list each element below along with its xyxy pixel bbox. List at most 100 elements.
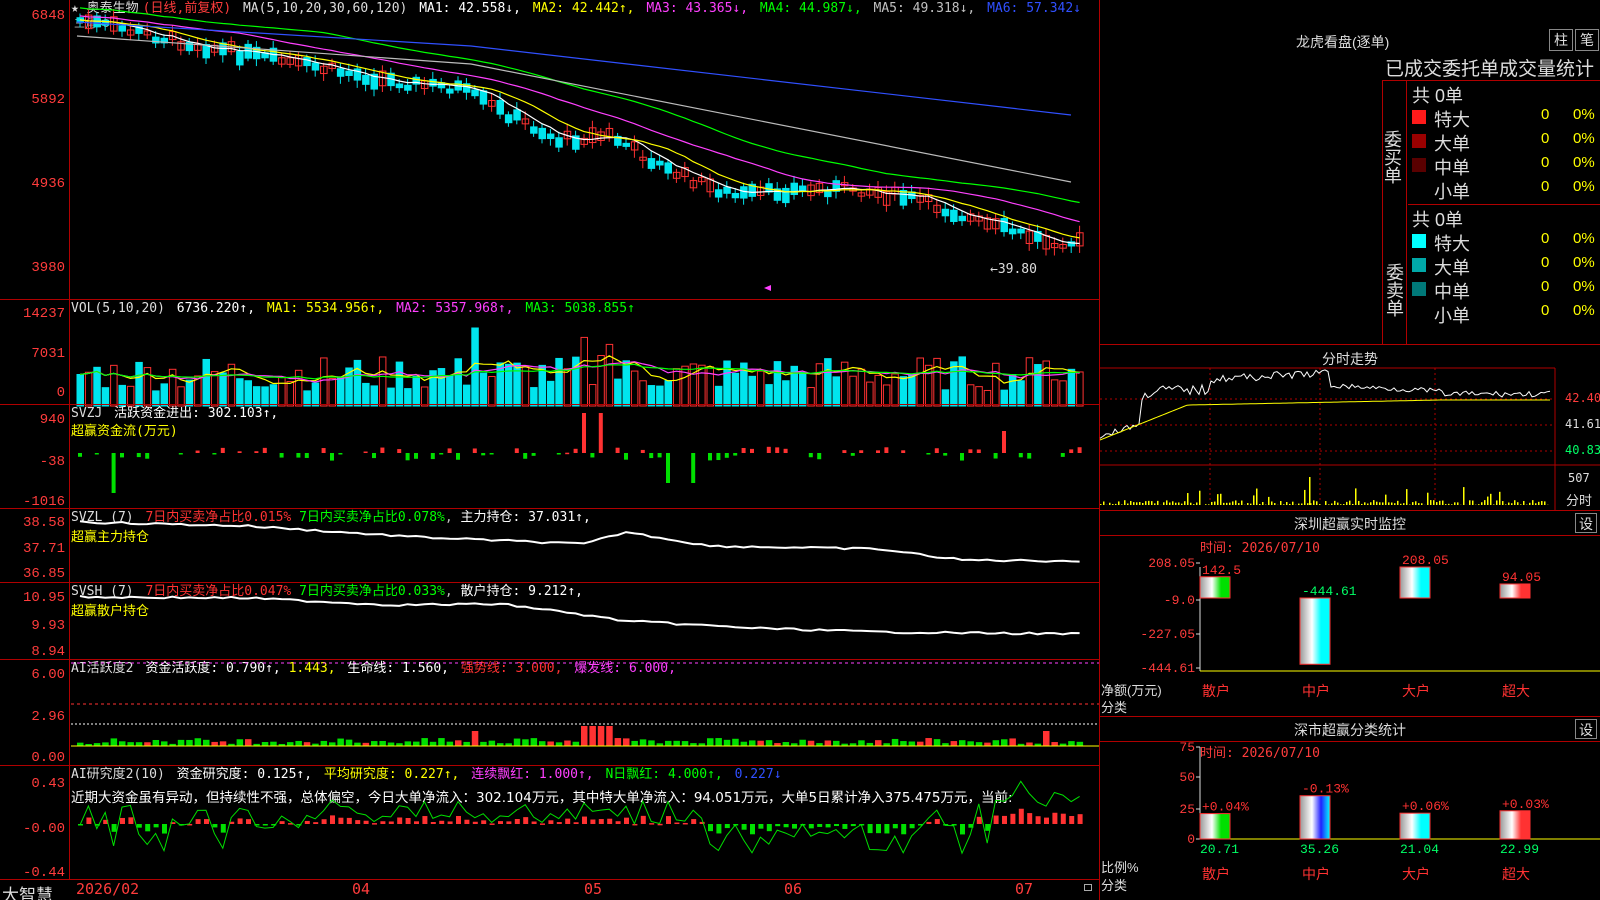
intraday-volume-bar: [1349, 500, 1351, 505]
candle-body: [446, 88, 454, 94]
flow-bar: [657, 453, 662, 458]
ma6-line: [76, 21, 1072, 116]
volume-bar: [731, 372, 740, 407]
svzl-axis: 38.58 37.71 36.85: [0, 509, 70, 583]
ss-bar-chart[interactable]: 75 50 25 0 +0.04% 20.71 散户 -0.13% 35.26 中户 +0.06% 2…: [1100, 717, 1600, 900]
intraday-volume-bar: [1118, 501, 1120, 505]
intraday-volume-bar: [1415, 501, 1417, 505]
svsh-pane[interactable]: 10.95 9.93 8.94 SVSH (7) 7日内买卖净占比0.047% …: [0, 582, 1099, 660]
buy-row-percent: 0%: [1573, 106, 1595, 123]
research-bar: [456, 815, 461, 824]
research-bar: [1027, 813, 1033, 824]
svzj-axis: 940 -38 -1016: [0, 405, 70, 509]
flow-bar: [590, 453, 595, 458]
research-bar: [573, 822, 579, 824]
sz-monitor-panel[interactable]: 深圳超赢实时监控 设 时间: 2026/07/10 208.05 -9.0 -227…: [1099, 510, 1600, 716]
intraday-volume-bar: [1211, 501, 1213, 505]
y-tick-label: -227.05: [1140, 627, 1195, 642]
intraday-volume-bar: [1229, 502, 1231, 505]
tab-bar-mode[interactable]: 柱: [1549, 29, 1573, 51]
research-bar: [976, 816, 982, 824]
ai-research-chart[interactable]: [71, 766, 1099, 881]
research-bar: [842, 824, 848, 829]
intraday-volume-bar: [1445, 504, 1447, 505]
flow-bar: [372, 453, 376, 459]
research-bar: [548, 820, 554, 824]
intraday-volume-bar: [1178, 502, 1180, 505]
price-pane[interactable]: 6848 5892 4936 3980 ★ 奥泰生物 (日线,前复权) MA(5,…: [0, 0, 1099, 300]
ai-activity-chart[interactable]: [71, 660, 1099, 767]
svzj-bars[interactable]: [71, 405, 1099, 510]
activity-bar: [631, 740, 638, 746]
candle-body: [471, 89, 479, 97]
intraday-volume-bar: [1217, 494, 1219, 505]
flow-bar: [817, 453, 822, 460]
intraday-volume-bar: [1451, 504, 1453, 505]
intraday-volume-bar: [1256, 488, 1258, 505]
activity-bar: [261, 742, 269, 746]
y-tick-label: 25: [1179, 802, 1195, 817]
research-bar: [691, 819, 697, 824]
intraday-volume-bar: [1220, 493, 1222, 505]
activity-bar: [119, 741, 126, 746]
flow-bar: [598, 413, 603, 453]
flow-bar: [338, 453, 343, 455]
research-bar: [447, 821, 453, 824]
svzl-line[interactable]: [71, 509, 1099, 584]
buy-side-label: 委买单: [1382, 81, 1407, 205]
candle-body: [303, 57, 311, 67]
volume-chart[interactable]: [71, 300, 1099, 407]
svzl-y-label: 37.71: [22, 541, 65, 557]
volume-bar: [899, 376, 908, 407]
svzl-y-label: 36.85: [22, 566, 65, 582]
brand-logo[interactable]: 大智慧: [2, 881, 53, 900]
flow-bar: [708, 453, 712, 461]
ai-activity-pane[interactable]: 6.00 2.96 0.00 AI活跃度2 资金活跃度: 0.790↑, 1.4…: [0, 659, 1099, 766]
activity-bar: [194, 738, 202, 746]
intraday-volume-bar: [1448, 503, 1450, 505]
lock-icon[interactable]: [1084, 884, 1092, 891]
candle-body: [513, 109, 521, 121]
research-bar: [1044, 817, 1049, 824]
svzl-pane[interactable]: 38.58 37.71 36.85 SVZL (7) 7日内买卖净占比0.015…: [0, 508, 1099, 583]
ai1-y-label: 2.96: [31, 709, 65, 725]
research-bar: [582, 816, 587, 824]
research-bar: [607, 818, 613, 824]
activity-bar: [1001, 739, 1008, 746]
intraday-volume-bar: [1367, 503, 1369, 505]
research-bar: [657, 823, 663, 826]
activity-bar: [539, 741, 546, 746]
ai2-y-label: -0.44: [22, 865, 65, 881]
svzj-pane[interactable]: 940 -38 -1016 SVZJ 活跃资金进出: 302.103↑, 超赢资…: [0, 404, 1099, 509]
ai-research-pane[interactable]: 0.43 -0.00 -0.44 AI研究度2(10) 资金研究度: 0.125…: [0, 765, 1099, 880]
volume-pane[interactable]: 14237 7031 0 VOL(5,10,20) 6736.220↑, MA1…: [0, 299, 1099, 407]
research-bar: [909, 824, 915, 829]
flow-bar: [640, 449, 645, 453]
category-bar: [1499, 810, 1531, 840]
candle-body: [496, 99, 504, 115]
intraday-volume-bar: [1439, 500, 1441, 505]
intraday-panel[interactable]: 分时走势 42.40 41.61 40.83 507 分时: [1099, 344, 1600, 511]
sell-row-percent: 0%: [1573, 230, 1595, 247]
flow-bar: [456, 453, 460, 460]
activity-bar: [127, 742, 134, 746]
intraday-volume-bar: [1268, 496, 1270, 505]
flow-bar: [111, 453, 116, 493]
flow-bar: [279, 453, 284, 458]
tab-tick-mode[interactable]: 笔: [1575, 29, 1599, 51]
sz-bar-chart[interactable]: 208.05 -9.0 -227.05 -444.61 142.5 散户 -444.61 中户…: [1100, 511, 1600, 717]
volume-bar: [185, 379, 194, 407]
ss-stat-panel[interactable]: 深市超赢分类统计 设 时间: 2026/07/10 75 50 25 0 +0.04% 2…: [1099, 716, 1600, 900]
research-bar: [892, 824, 898, 829]
flow-bar: [489, 453, 494, 455]
svsh-line[interactable]: [71, 583, 1099, 661]
intraday-volume-bar: [1253, 495, 1255, 505]
candlestick-chart[interactable]: [71, 0, 1099, 300]
intraday-chart[interactable]: [1099, 345, 1600, 511]
candle-body: [664, 162, 672, 174]
intraday-volume-bar: [1313, 500, 1315, 505]
volume-bar: [908, 374, 916, 407]
research-bar: [750, 824, 755, 835]
vol-y-label: 7031: [31, 346, 65, 362]
intraday-volume-bar: [1343, 504, 1345, 505]
